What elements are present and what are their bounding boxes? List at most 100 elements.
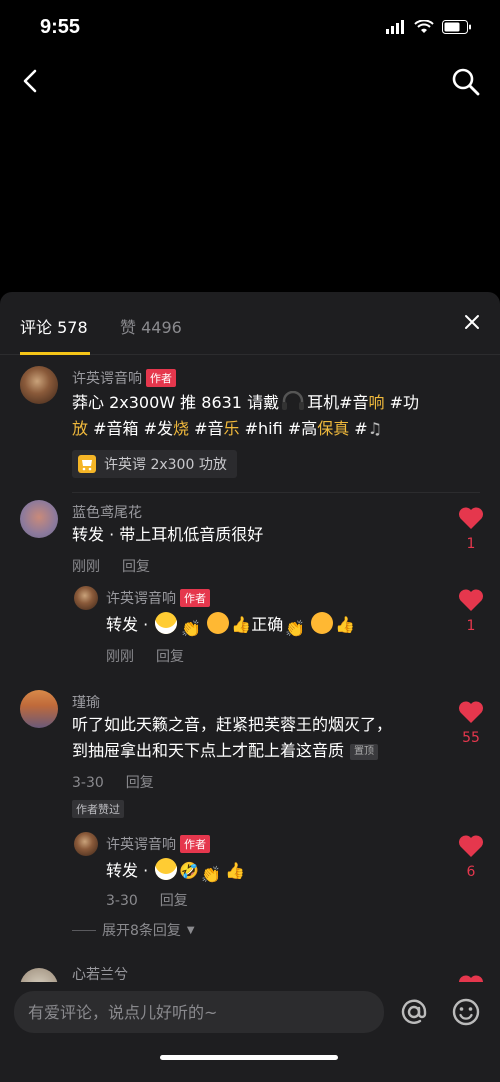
comments-tabs: 评论 578 赞 4496	[0, 292, 500, 355]
pinned-badge: 置顶	[350, 744, 379, 760]
comment-meta: 刚刚 回复	[72, 556, 150, 576]
clap-emoji-icon: 👏	[181, 619, 202, 638]
heart-icon	[458, 507, 484, 529]
text-seg-highlight: 乐	[223, 419, 240, 438]
like-count: 6	[466, 864, 476, 880]
divider	[72, 492, 480, 493]
username-text: 许英谔音响	[106, 837, 176, 853]
comments-sheet: 评论 578 赞 4496 许英谔音响 作者 莽心 2x300W 推 8631 请…	[0, 292, 500, 1082]
comment-item: 蓝色鸢尾花 转发 · 带上耳机低音质很好 刚刚 回复 1 许英谔音响 作者 转发 ·…	[0, 500, 500, 676]
comment-username[interactable]: 心若兰兮	[72, 964, 128, 984]
reply-meta: 3-30 回复	[106, 890, 188, 910]
text-seg: 到抽屉拿出和天下点上才配上着这音质	[72, 741, 345, 760]
like-count: 1	[466, 618, 476, 634]
shopping-cart-icon	[78, 455, 96, 473]
comment-username[interactable]: 蓝色鸢尾花	[72, 502, 142, 522]
text-seg: #音	[189, 419, 224, 438]
comment-input[interactable]	[14, 991, 384, 1033]
status-bar: 9:55	[0, 0, 500, 56]
avatar[interactable]	[20, 366, 58, 404]
grin-emoji-icon	[155, 858, 178, 880]
comment-username[interactable]: 瑾瑜	[72, 692, 100, 712]
tab-likes[interactable]: 赞 4496	[120, 314, 182, 338]
comment-text-line-2: 到抽屉拿出和天下点上才配上着这音质 置顶	[72, 738, 379, 764]
reply-meta: 刚刚 回复	[106, 646, 184, 666]
chevron-down-icon: ▼	[186, 924, 195, 936]
comment-text: 转发 · 带上耳机低音质很好	[72, 525, 264, 544]
like-count: 55	[462, 730, 480, 746]
back-icon[interactable]	[16, 66, 46, 96]
avatar[interactable]	[74, 832, 98, 856]
reply-button[interactable]: 回复	[156, 649, 184, 665]
wifi-icon	[414, 20, 434, 33]
reply-button[interactable]: 回复	[122, 559, 150, 575]
text-seg: #	[349, 419, 368, 438]
reply-time: 刚刚	[106, 649, 134, 665]
reply-button[interactable]: 回复	[160, 893, 188, 909]
comment-time: 刚刚	[72, 559, 100, 575]
tab-comments[interactable]: 评论 578	[20, 314, 88, 338]
comment-list[interactable]: 许英谔音响 作者 莽心 2x300W 推 8631 请戴 耳机#音响 #功 放 #…	[0, 356, 500, 1006]
clap-emoji-icon: 👏	[285, 619, 306, 638]
author-tag: 作者	[146, 369, 176, 387]
reply-time: 3-30	[106, 893, 138, 909]
text-seg-highlight: 保真	[317, 419, 350, 438]
reply-button[interactable]: 回复	[126, 775, 154, 791]
tab-underline	[20, 352, 90, 355]
comment-time: 3-30	[72, 775, 104, 791]
reply-username[interactable]: 许英谔音响 作者	[106, 834, 210, 854]
text-seg-highlight: 烧	[173, 419, 190, 438]
comment-text-line-1: 听了如此天籁之音，赶紧把芙蓉王的烟灭了，	[72, 715, 393, 734]
expand-replies-label: 展开8条回复	[102, 923, 181, 939]
close-icon[interactable]	[464, 314, 480, 330]
angry-emoji-icon	[311, 612, 334, 634]
status-time: 9:55	[40, 16, 81, 38]
expand-line	[72, 929, 96, 931]
text-seg: #hifi #高	[239, 419, 318, 438]
avatar[interactable]	[74, 586, 98, 610]
username-text: 许英谔音响	[72, 371, 142, 387]
comment-text-line-2: 放 #音箱 #发烧 #音乐 #hifi #高保真 #♫	[72, 416, 382, 442]
expand-replies-button[interactable]: 展开8条回复 ▼	[72, 920, 195, 940]
thumbs-up-emoji-icon: 👍	[231, 615, 252, 634]
grin-emoji-icon	[155, 612, 178, 634]
search-icon[interactable]	[450, 66, 482, 98]
product-link[interactable]: 许英谔 2x300 功放	[72, 450, 237, 478]
like-button[interactable]: 1	[456, 588, 486, 634]
author-tag: 作者	[180, 835, 210, 853]
avatar[interactable]	[20, 500, 58, 538]
battery-icon	[442, 20, 471, 34]
text-seg: 耳机#音	[307, 393, 369, 412]
like-button[interactable]: 6	[456, 834, 486, 880]
text-seg-highlight: 放	[72, 419, 89, 438]
author-tag: 作者	[180, 589, 210, 607]
status-icons	[386, 20, 472, 34]
at-mention-icon[interactable]	[398, 996, 430, 1028]
avatar[interactable]	[20, 690, 58, 728]
thumbs-up-emoji-icon: 👍	[225, 861, 246, 880]
text-seg-highlight: 响	[368, 393, 385, 412]
emoji-icon[interactable]	[450, 996, 482, 1028]
home-indicator	[160, 1055, 338, 1060]
reply-text: 转发 · 🤣 👏 👍	[106, 858, 245, 884]
like-button[interactable]: 1	[456, 506, 486, 552]
text-seg: 转发 ·	[106, 861, 154, 880]
angry-emoji-icon	[207, 612, 230, 634]
thumbs-up-emoji-icon: 👍	[335, 615, 356, 634]
reply-username[interactable]: 许英谔音响 作者	[106, 588, 210, 608]
heart-icon	[458, 835, 484, 857]
text-seg: 转发 ·	[106, 615, 154, 634]
like-button[interactable]: 55	[456, 700, 486, 746]
comment-meta: 3-30 回复	[72, 772, 154, 792]
comment-item: 许英谔音响 作者 莽心 2x300W 推 8631 请戴 耳机#音响 #功 放 #…	[0, 356, 500, 493]
laughing-emoji-icon: 🤣	[179, 861, 200, 880]
text-seg: 正确	[251, 615, 284, 634]
music-note-icon: ♫	[367, 419, 383, 438]
heart-icon	[458, 589, 484, 611]
top-nav	[0, 56, 500, 106]
author-liked-badge: 作者赞过	[72, 800, 124, 818]
comment-username[interactable]: 许英谔音响 作者	[72, 368, 176, 388]
heart-icon	[458, 701, 484, 723]
like-count: 1	[466, 536, 476, 552]
text-seg: #音箱 #发	[88, 419, 174, 438]
